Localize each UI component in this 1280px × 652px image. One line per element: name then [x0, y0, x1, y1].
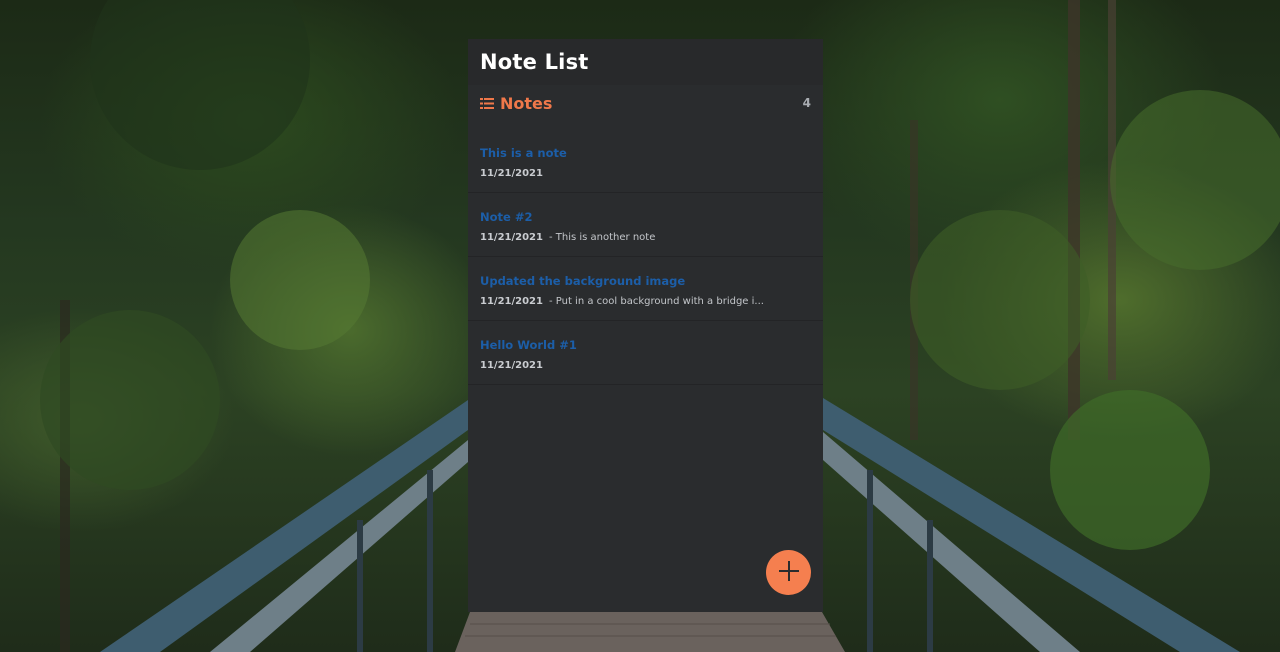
- note-meta: 11/21/2021: [480, 168, 811, 179]
- note-preview: - This is another note: [548, 232, 656, 243]
- notes-section-title[interactable]: Notes: [480, 94, 552, 113]
- note-item[interactable]: This is a note 11/21/2021: [468, 129, 823, 193]
- page-title: Note List: [480, 50, 589, 74]
- note-list-panel: Note List Notes 4 This is a note 11/21/2…: [468, 39, 823, 612]
- notes-section-label: Notes: [500, 93, 553, 113]
- add-note-button[interactable]: [766, 550, 811, 595]
- note-item[interactable]: Note #2 11/21/2021 - This is another note: [468, 193, 823, 257]
- note-date: 11/21/2021: [480, 168, 543, 179]
- note-title[interactable]: Updated the background image: [480, 272, 811, 290]
- note-count-badge: 4: [802, 96, 811, 110]
- plus-icon: [777, 559, 801, 587]
- note-title[interactable]: Note #2: [480, 208, 811, 226]
- note-preview: - Put in a cool background with a bridge…: [548, 296, 764, 307]
- note-date: 11/21/2021: [480, 360, 543, 371]
- note-date: 11/21/2021: [480, 296, 543, 307]
- note-meta: 11/21/2021: [480, 360, 811, 371]
- note-item[interactable]: Hello World #1 11/21/2021: [468, 321, 823, 385]
- note-item[interactable]: Updated the background image 11/21/2021-…: [468, 257, 823, 321]
- note-title[interactable]: This is a note: [480, 144, 811, 162]
- app-header: Note List: [468, 39, 823, 85]
- list-icon: [480, 96, 494, 110]
- notes-section-header: Notes 4: [468, 85, 823, 121]
- note-date: 11/21/2021: [480, 232, 543, 243]
- note-meta: 11/21/2021 - This is another note: [480, 232, 811, 243]
- note-title[interactable]: Hello World #1: [480, 336, 811, 354]
- note-meta: 11/21/2021 - Put in a cool background wit…: [480, 296, 811, 307]
- note-list: This is a note 11/21/2021 Note #2 11/21/…: [468, 129, 823, 385]
